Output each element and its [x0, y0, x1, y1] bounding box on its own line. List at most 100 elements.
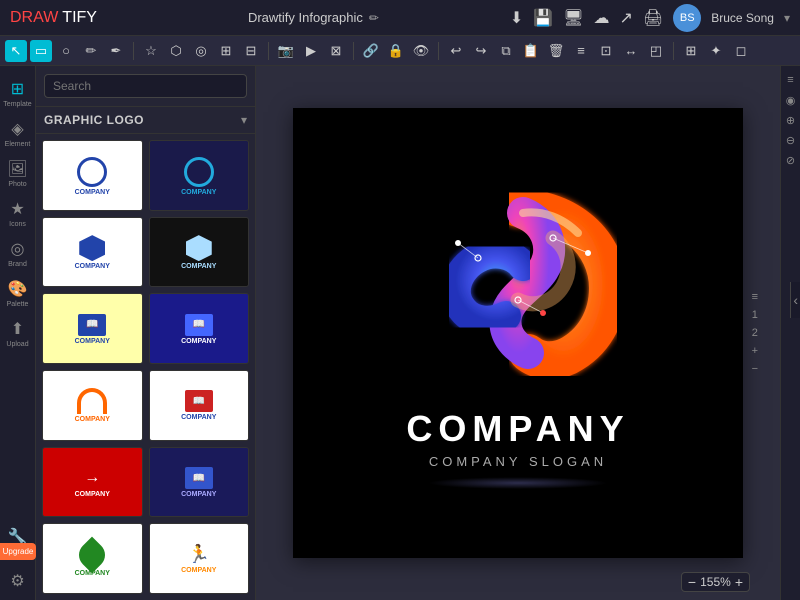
- align-tool[interactable]: ≡: [570, 40, 592, 62]
- company-slogan[interactable]: COMPANY SLOGAN: [429, 454, 607, 469]
- template-item[interactable]: COMPANYgraphic-logo-Flower-st...500*500 …: [42, 140, 143, 211]
- download-icon[interactable]: ⬇: [510, 8, 523, 28]
- redo-tool[interactable]: ↪: [470, 40, 492, 62]
- undo-tool[interactable]: ↩: [445, 40, 467, 62]
- sidebar-item-element[interactable]: ◈ Element: [2, 114, 34, 152]
- group-tool[interactable]: ⊡: [595, 40, 617, 62]
- cloud-icon[interactable]: ☁: [594, 8, 610, 28]
- topbar-right: ⬇ 💾 🖥 ☁ ↗ 🖨 BS Bruce Song ▾: [510, 4, 790, 32]
- order-tool[interactable]: ◰: [645, 40, 667, 62]
- sidebar-icons: ⊞ Template ◈ Element 🖼 Photo ★ Icons ◎ B…: [0, 66, 36, 600]
- user-name: Bruce Song: [711, 11, 774, 25]
- template-item[interactable]: COMPANYgraphic-logo-Flower-tl...500*500 …: [42, 217, 143, 288]
- template-item[interactable]: 📖COMPANYgraphic-logo-blue500*500 px: [42, 293, 143, 364]
- element-icon: ◈: [11, 119, 23, 139]
- star-tool[interactable]: ☆: [140, 40, 162, 62]
- category-dropdown-icon[interactable]: ▾: [241, 113, 247, 127]
- edit-icon[interactable]: ✏: [369, 11, 379, 25]
- sidebar-item-brand[interactable]: ◎ Brand: [2, 234, 34, 272]
- link-tool[interactable]: 🔗: [360, 40, 382, 62]
- panel-collapse-button[interactable]: ‹: [790, 282, 800, 318]
- canvas-area[interactable]: COMPANY COMPANY SLOGAN ≡ 1 2 + − − 155% …: [256, 66, 780, 600]
- logo-svg: [398, 178, 638, 398]
- right-ctrl-3[interactable]: 2: [752, 327, 758, 339]
- flip-tool[interactable]: ↔: [620, 40, 642, 62]
- preview-icon[interactable]: 🖥: [563, 8, 583, 28]
- doc-title-area: Drawtify Infographic ✏: [117, 10, 510, 25]
- search-input[interactable]: [44, 74, 247, 98]
- circle-tool[interactable]: ○: [55, 40, 77, 62]
- sidebar-item-upload[interactable]: ⬆ Upload: [2, 314, 34, 352]
- right-ctrl-1[interactable]: ≡: [752, 291, 758, 303]
- vector-tool[interactable]: ✒: [105, 40, 127, 62]
- avatar-initials: BS: [680, 12, 695, 24]
- pen-tool[interactable]: ✏: [80, 40, 102, 62]
- right-ctrl-2[interactable]: 1: [752, 309, 758, 321]
- share-icon[interactable]: ↗: [620, 8, 633, 28]
- template-item[interactable]: 📖COMPANYgraphic-logo-blue-red500*500 px: [149, 370, 250, 441]
- play-tool[interactable]: ▶: [300, 40, 322, 62]
- rs-icon-1[interactable]: ≡: [783, 74, 799, 90]
- palette-label: Palette: [7, 301, 29, 308]
- paste-tool[interactable]: 📋: [520, 40, 542, 62]
- zoom-plus-button[interactable]: +: [735, 575, 743, 589]
- template-item[interactable]: COMPANYgraphic-logo-Flower-st...500*500 …: [149, 217, 250, 288]
- sidebar-item-palette[interactable]: 🎨 Palette: [2, 274, 34, 312]
- zoom-minus-button[interactable]: −: [688, 575, 696, 589]
- arc-tool[interactable]: ◎: [190, 40, 212, 62]
- rs-icon-4[interactable]: ⊖: [783, 134, 799, 150]
- rs-icon-3[interactable]: ⊕: [783, 114, 799, 130]
- category-title: GRAPHIC LOGO: [44, 113, 144, 127]
- app-logo: DRAWTIFY: [10, 9, 97, 27]
- sidebar-item-photo[interactable]: 🖼 Photo: [2, 154, 34, 192]
- template-item[interactable]: →COMPANYgraphic-logo-red500*500 px: [42, 447, 143, 518]
- rs-icon-2[interactable]: ◉: [783, 94, 799, 110]
- sidebar-item-icons[interactable]: ★ Icons: [2, 194, 34, 232]
- right-ctrl-4[interactable]: +: [752, 345, 758, 357]
- image-tool[interactable]: 📷: [275, 40, 297, 62]
- logo-draw: DRAW: [10, 9, 58, 27]
- logo-graphic[interactable]: [398, 178, 638, 398]
- user-menu-icon[interactable]: ▾: [784, 11, 790, 25]
- eye-tool[interactable]: 👁: [410, 40, 432, 62]
- separator2: [268, 42, 269, 60]
- mask-tool[interactable]: ◻: [730, 40, 752, 62]
- template-item[interactable]: COMPANYgraphic-logo-Flower-bl...500*500 …: [149, 140, 250, 211]
- template-panel: GRAPHIC LOGO ▾ COMPANYgraphic-logo-Flowe…: [36, 66, 256, 600]
- print-icon[interactable]: 🖨: [643, 8, 663, 28]
- template-item[interactable]: COMPANYgraphic-logo-blue-yellow500*500 p…: [42, 370, 143, 441]
- polygon-tool[interactable]: ⬡: [165, 40, 187, 62]
- sidebar-item-template[interactable]: ⊞ Template: [2, 74, 34, 112]
- delete-tool[interactable]: 🗑: [545, 40, 567, 62]
- table-tool[interactable]: ⊟: [240, 40, 262, 62]
- settings-icon: ⚙: [10, 571, 24, 591]
- main-layout: ⊞ Template ◈ Element 🖼 Photo ★ Icons ◎ B…: [0, 66, 800, 600]
- canvas[interactable]: COMPANY COMPANY SLOGAN: [293, 108, 743, 558]
- upload-label: Upload: [6, 341, 28, 348]
- zoom-bar: − 155% +: [681, 572, 750, 592]
- right-ctrl-5[interactable]: −: [752, 363, 758, 375]
- upgrade-button[interactable]: Upgrade: [0, 543, 36, 560]
- template-item[interactable]: 📖COMPANYgraphic-logo-blue...500*500 px: [149, 447, 250, 518]
- copy-tool[interactable]: ⧉: [495, 40, 517, 62]
- lock-tool[interactable]: 🔒: [385, 40, 407, 62]
- save-icon[interactable]: 💾: [533, 8, 553, 28]
- select-tool[interactable]: ↖: [5, 40, 27, 62]
- template-search-header: [36, 66, 255, 107]
- grid-tool[interactable]: ⊞: [215, 40, 237, 62]
- photo-label: Photo: [8, 181, 26, 188]
- separator1: [133, 42, 134, 60]
- template-item[interactable]: 🏃COMPANYgraphic-logo-orange500*500 px: [149, 523, 250, 594]
- doc-title: Drawtify Infographic: [248, 10, 363, 25]
- effect-tool[interactable]: ✦: [705, 40, 727, 62]
- sidebar-item-settings[interactable]: ⚙: [2, 562, 34, 600]
- icons-icon: ★: [10, 199, 24, 219]
- avatar[interactable]: BS: [673, 4, 701, 32]
- company-name[interactable]: COMPANY: [406, 408, 629, 450]
- bar-tool[interactable]: ⊠: [325, 40, 347, 62]
- rs-icon-5[interactable]: ⊘: [783, 154, 799, 170]
- format-tool[interactable]: ⊞: [680, 40, 702, 62]
- template-item[interactable]: 📖COMPANYgraphic-logo-blue500*500 px: [149, 293, 250, 364]
- rect-tool[interactable]: ▭: [30, 40, 52, 62]
- template-item[interactable]: COMPANYgraphic-logo-green500*500 px: [42, 523, 143, 594]
